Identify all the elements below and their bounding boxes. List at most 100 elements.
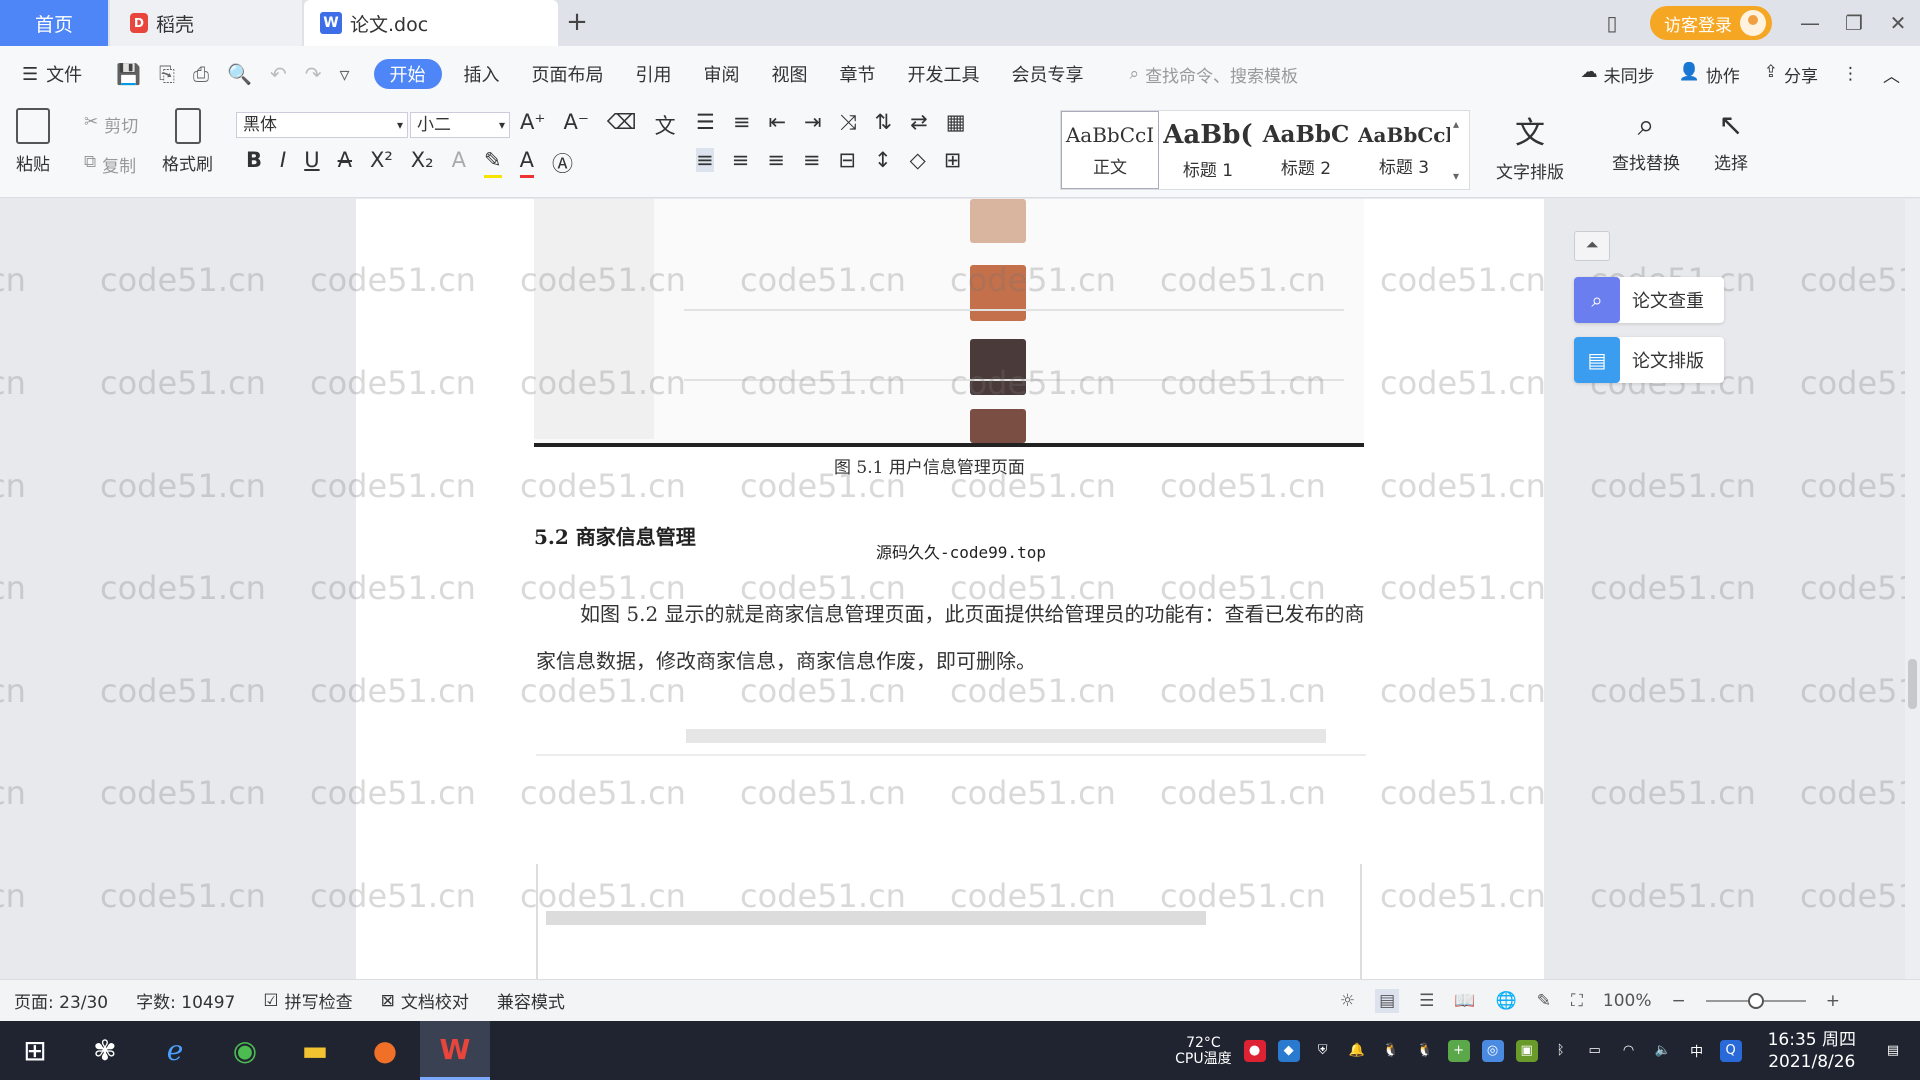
distribute-icon[interactable]: ⊟	[838, 148, 856, 172]
strikethrough-icon[interactable]: A	[338, 148, 352, 178]
print-icon[interactable]: ⎙	[193, 62, 209, 86]
zoom-slider[interactable]	[1705, 993, 1806, 1009]
nvidia-icon[interactable]: ▣	[1515, 1039, 1538, 1062]
antivirus-icon[interactable]: ●	[1243, 1039, 1266, 1062]
guest-login-button[interactable]: 访客登录	[1650, 6, 1772, 40]
bullet-list-icon[interactable]: ☰	[696, 110, 715, 135]
search-app-icon[interactable]: Q	[1719, 1039, 1742, 1062]
format-painter-button[interactable]: 格式刷	[162, 108, 213, 175]
tab-daoke[interactable]: D 稻壳	[110, 0, 302, 46]
highlight-icon[interactable]: ✎	[483, 148, 502, 178]
clock[interactable]: 16:35 周四 2021/8/26	[1768, 1029, 1856, 1073]
layout-toggle-icon[interactable]: ▯	[1590, 0, 1634, 46]
undo-icon[interactable]: ↶	[270, 62, 287, 86]
text-layout-button[interactable]: 文 文字排版	[1496, 108, 1564, 183]
justify-icon[interactable]: ≡	[803, 148, 821, 172]
superscript-icon[interactable]: X²	[370, 148, 393, 178]
select-button[interactable]: ↖ 选择	[1714, 108, 1748, 174]
zoom-knob[interactable]	[1747, 993, 1764, 1009]
eye-protection-icon[interactable]: ☼	[1340, 991, 1355, 1011]
ie-browser-icon[interactable]: ℯ	[140, 1021, 210, 1080]
plus-app-icon[interactable]: +	[1447, 1039, 1470, 1062]
ime-indicator[interactable]: 中	[1686, 1040, 1708, 1062]
decrease-indent-icon[interactable]: ⇤	[768, 110, 786, 135]
action-center-icon[interactable]: ▤	[1882, 1040, 1904, 1062]
battery-icon[interactable]: ▭	[1584, 1040, 1606, 1062]
text-direction-icon[interactable]: ⇄	[910, 110, 928, 135]
clear-format-icon[interactable]: ⌫	[607, 110, 637, 140]
style-normal[interactable]: AaBbCcI 正文	[1061, 111, 1159, 189]
sort-icon[interactable]: ⇅	[874, 110, 892, 135]
bold-icon[interactable]: B	[246, 148, 262, 178]
browser-360-icon[interactable]: ◉	[210, 1021, 280, 1080]
doc-proof-button[interactable]: ⊠ 文档校对	[381, 988, 469, 1014]
page-indicator[interactable]: 页面: 23/30	[14, 988, 108, 1013]
tab-chapter[interactable]: 章节	[824, 59, 892, 89]
qq-icon[interactable]: 🐧	[1380, 1040, 1402, 1062]
network-app-icon[interactable]: ◆	[1277, 1039, 1300, 1062]
tab-review[interactable]: 审阅	[688, 59, 756, 89]
shading-icon[interactable]: ◇	[910, 148, 926, 172]
style-heading-2[interactable]: AaBbC 标题 2	[1257, 111, 1355, 189]
grow-font-icon[interactable]: A⁺	[520, 110, 545, 140]
shield-icon[interactable]: ⛨	[1312, 1040, 1334, 1062]
increase-indent-icon[interactable]: ⇥	[804, 110, 822, 135]
text-effect-icon[interactable]: A	[452, 148, 466, 178]
redo-icon[interactable]: ↷	[305, 62, 322, 86]
style-heading-3[interactable]: AaBbCcl 标题 3	[1355, 111, 1453, 189]
numbered-list-icon[interactable]: ≡	[733, 110, 751, 135]
fit-page-icon[interactable]: ⛶	[1571, 991, 1583, 1011]
write-mode-icon[interactable]: ✎	[1537, 991, 1551, 1011]
command-search[interactable]: ⌕ 查找命令、搜索模板	[1130, 62, 1299, 87]
app-tray-icon[interactable]: ◎	[1481, 1039, 1504, 1062]
tab-start[interactable]: 开始	[373, 59, 442, 89]
word-count[interactable]: 字数: 10497	[136, 988, 235, 1013]
tab-member[interactable]: 会员专享	[996, 59, 1100, 89]
volume-icon[interactable]: 🔈	[1652, 1040, 1674, 1062]
wps-writer-icon[interactable]: W	[420, 1021, 490, 1080]
collapse-panel-icon[interactable]: ⏶	[1574, 231, 1610, 261]
line-spacing-icon[interactable]: ↕	[874, 148, 892, 172]
find-replace-button[interactable]: ⌕ 查找替换	[1612, 108, 1680, 174]
style-heading-1[interactable]: AaBb( 标题 1	[1159, 111, 1257, 189]
reading-view-icon[interactable]: 📖	[1454, 991, 1475, 1011]
game-app-icon[interactable]: ●	[350, 1021, 420, 1080]
align-left-icon[interactable]: ≡	[696, 148, 714, 172]
copy-button[interactable]: ⧉ 复制	[84, 152, 136, 177]
notification-bell-icon[interactable]: 🔔	[1346, 1040, 1368, 1062]
export-icon[interactable]: ⎘	[159, 62, 175, 86]
cpu-temp-widget[interactable]: 72°C CPU温度	[1175, 1035, 1231, 1067]
zoom-in-icon[interactable]: +	[1826, 991, 1840, 1011]
tab-references[interactable]: 引用	[620, 59, 688, 89]
customize-icon[interactable]: ▿	[339, 62, 349, 86]
close-button[interactable]: ✕	[1876, 0, 1920, 46]
outline-view-icon[interactable]: ☰	[1419, 991, 1434, 1011]
file-menu[interactable]: ☰ 文件	[0, 59, 98, 89]
char-border-icon[interactable]: Ⓐ	[552, 148, 573, 178]
paper-layout-button[interactable]: ▤ 论文排版	[1574, 337, 1724, 383]
save-icon[interactable]: 💾	[116, 62, 141, 86]
tab-home[interactable]: 首页	[0, 0, 108, 46]
zoom-out-icon[interactable]: −	[1672, 991, 1686, 1011]
qq-icon[interactable]: 🐧	[1414, 1040, 1436, 1062]
shrink-font-icon[interactable]: A⁻	[563, 110, 588, 140]
collapse-ribbon-icon[interactable]: ︿	[1883, 62, 1900, 87]
page-view-icon[interactable]: ▤	[1375, 989, 1400, 1013]
zoom-level[interactable]: 100%	[1603, 991, 1652, 1011]
share-button[interactable]: ⇪ 分享	[1764, 62, 1818, 87]
vertical-scrollbar[interactable]	[1905, 199, 1920, 979]
new-tab-button[interactable]: +	[562, 8, 592, 38]
more-icon[interactable]: ⋮	[1842, 64, 1859, 84]
borders-icon[interactable]: ⊞	[944, 148, 962, 172]
document-page[interactable]: 图 5.1 用户信息管理页面 5.2 商家信息管理 源码久久-code99.to…	[356, 199, 1544, 979]
paper-check-button[interactable]: ⌕ 论文查重	[1574, 277, 1724, 323]
chinese-layout-icon[interactable]: ⤨	[840, 110, 857, 135]
cut-button[interactable]: ✂ 剪切	[84, 112, 138, 137]
bluetooth-icon[interactable]: ᛒ	[1550, 1040, 1572, 1062]
underline-icon[interactable]: U	[304, 148, 319, 178]
scrollbar-thumb[interactable]	[1908, 659, 1917, 709]
tab-page-layout[interactable]: 页面布局	[516, 59, 620, 89]
align-center-icon[interactable]: ≡	[732, 148, 750, 172]
restore-button[interactable]: ❐	[1832, 0, 1876, 46]
italic-icon[interactable]: I	[280, 148, 286, 178]
